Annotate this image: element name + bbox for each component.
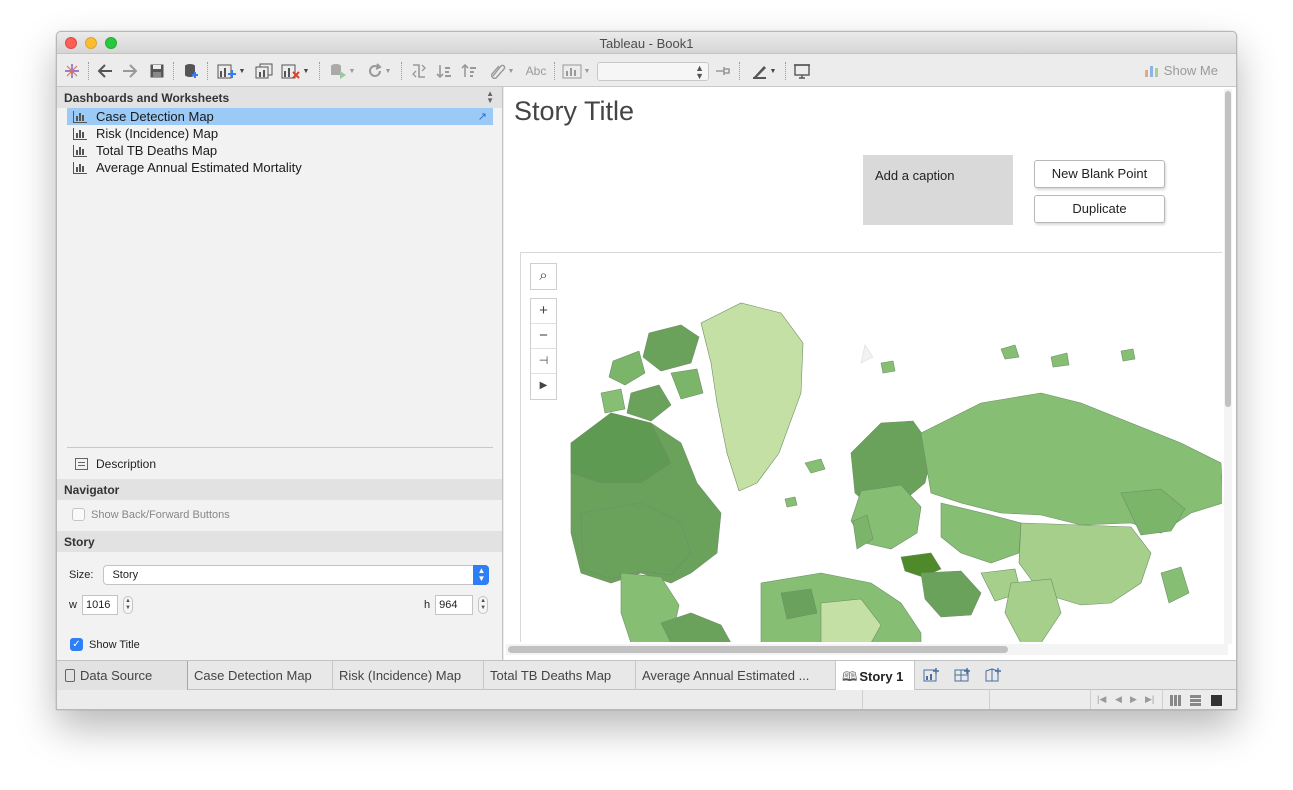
height-label: h bbox=[424, 599, 431, 611]
worksheet-icon bbox=[73, 127, 87, 140]
tableau-logo-icon[interactable] bbox=[63, 61, 81, 81]
show-mark-labels-button[interactable]: Abc bbox=[523, 61, 549, 81]
fit-icon[interactable]: ▼ bbox=[559, 61, 593, 81]
go-to-sheet-icon[interactable]: ↗ bbox=[478, 110, 487, 123]
map-choropleth bbox=[570, 302, 1222, 642]
data-source-icon bbox=[65, 669, 75, 682]
new-story-tab-icon[interactable] bbox=[985, 668, 1001, 682]
sort-ascending-icon[interactable] bbox=[434, 61, 454, 81]
map-search-toolbar: ⌕ bbox=[530, 263, 557, 290]
dashboards-worksheets-header: Dashboards and Worksheets ▲ ▼ bbox=[57, 87, 502, 108]
checkbox-checked[interactable]: ✓ bbox=[70, 638, 83, 651]
story-header: Story bbox=[57, 531, 502, 552]
height-row: h 964 ▲ ▼ bbox=[424, 595, 489, 615]
show-title-checkbox[interactable]: ✓ Show Title bbox=[70, 638, 140, 651]
status-bar: |◀ ◀ ▶ ▶| bbox=[57, 690, 1236, 709]
back-arrow-icon[interactable] bbox=[95, 61, 115, 81]
fit-width-select[interactable]: ▲ ▼ bbox=[597, 62, 709, 81]
show-me-label: Show Me bbox=[1163, 63, 1218, 78]
checkbox-box[interactable] bbox=[72, 508, 85, 521]
height-stepper[interactable]: ▲ ▼ bbox=[478, 596, 489, 614]
story-canvas: Story Title Add a caption New Blank Poin… bbox=[504, 87, 1236, 660]
tab-story-1[interactable]: 🕮 Story 1 bbox=[836, 661, 915, 690]
toolbar: ▼ ▼ ▼ ▼ ▼ Abc ▼ ▲ ▼ ▼ Show Me bbox=[57, 54, 1236, 87]
tab-case-detection-map[interactable]: Case Detection Map bbox=[188, 661, 333, 690]
divider bbox=[67, 447, 493, 448]
duplicate-sheet-icon[interactable] bbox=[253, 61, 275, 81]
zoom-out-icon[interactable]: − bbox=[531, 324, 556, 349]
tabs-view-icon[interactable] bbox=[1190, 695, 1201, 706]
show-me-icon bbox=[1144, 66, 1158, 77]
sort-toggle-icon[interactable]: ▲ ▼ bbox=[486, 90, 494, 105]
pin-map-icon[interactable]: ⊣ bbox=[531, 349, 556, 374]
fix-axes-icon[interactable] bbox=[713, 61, 733, 81]
next-sheet-icon[interactable]: ▶ bbox=[1130, 694, 1137, 705]
run-update-icon[interactable]: ▼ bbox=[327, 61, 357, 81]
size-row: Size: Story ▲ ▼ bbox=[69, 565, 490, 585]
size-select[interactable]: Story ▲ ▼ bbox=[103, 565, 490, 585]
story-book-icon: 🕮 bbox=[842, 669, 858, 684]
story-point-caption[interactable]: Add a caption bbox=[863, 155, 1013, 225]
last-sheet-icon[interactable]: ▶| bbox=[1145, 694, 1154, 705]
width-input[interactable]: 1016 bbox=[81, 595, 118, 615]
new-blank-point-button[interactable]: New Blank Point bbox=[1034, 160, 1165, 188]
sheet-sorter-icon[interactable] bbox=[1211, 695, 1222, 706]
sheet-item-total-tb-deaths-map[interactable]: Total TB Deaths Map bbox=[67, 142, 493, 159]
sheet-tab-bar: Data Source Case Detection Map Risk (Inc… bbox=[57, 660, 1236, 690]
story-title[interactable]: Story Title bbox=[514, 96, 634, 127]
sheet-item-average-annual-estimated-mortality[interactable]: Average Annual Estimated Mortality bbox=[67, 159, 493, 176]
swap-rows-columns-icon[interactable] bbox=[409, 61, 429, 81]
tab-total-tb-deaths-map[interactable]: Total TB Deaths Map bbox=[484, 661, 636, 690]
zoom-in-icon[interactable]: + bbox=[531, 299, 556, 324]
sheet-item-case-detection-map[interactable]: Case Detection Map ↗ bbox=[67, 108, 493, 125]
sheet-item-risk-incidence-map[interactable]: Risk (Incidence) Map bbox=[67, 125, 493, 142]
filmstrip-view-icon[interactable] bbox=[1170, 695, 1181, 706]
new-worksheet-tab-icon[interactable] bbox=[923, 668, 939, 682]
map-zoom-toolbar: + − ⊣ ▶ bbox=[530, 298, 557, 400]
sort-descending-icon[interactable] bbox=[459, 61, 479, 81]
worksheet-icon bbox=[73, 110, 87, 123]
duplicate-button[interactable]: Duplicate bbox=[1034, 195, 1165, 223]
sheet-list: Case Detection Map ↗ Risk (Incidence) Ma… bbox=[67, 108, 493, 176]
title-bar: Tableau - Book1 bbox=[57, 32, 1236, 54]
tableau-window: Tableau - Book1 ▼ ▼ ▼ ▼ ▼ Abc ▼ ▲ ▼ ▼ Sh… bbox=[56, 31, 1237, 710]
show-back-forward-checkbox[interactable]: Show Back/Forward Buttons bbox=[72, 508, 230, 521]
height-input[interactable]: 964 bbox=[435, 595, 474, 615]
worksheet-icon bbox=[73, 161, 87, 174]
format-workbook-icon[interactable]: ▼ bbox=[747, 61, 781, 81]
vertical-scrollbar[interactable] bbox=[1224, 89, 1232, 644]
new-dashboard-tab-icon[interactable] bbox=[954, 668, 970, 682]
map-search-icon[interactable]: ⌕ bbox=[531, 264, 556, 289]
size-label: Size: bbox=[69, 569, 94, 581]
navigator-header: Navigator bbox=[57, 479, 502, 500]
tab-risk-incidence-map[interactable]: Risk (Incidence) Map bbox=[333, 661, 484, 690]
highlight-icon[interactable]: ▼ bbox=[485, 61, 519, 81]
tab-data-source[interactable]: Data Source bbox=[57, 661, 188, 690]
presentation-mode-icon[interactable] bbox=[792, 61, 812, 81]
new-worksheet-icon[interactable]: ▼ bbox=[214, 61, 248, 81]
new-data-source-icon[interactable] bbox=[181, 61, 201, 81]
expand-toolbar-icon[interactable]: ▶ bbox=[531, 374, 556, 399]
story-left-pane: Dashboards and Worksheets ▲ ▼ Case Detect… bbox=[57, 87, 503, 660]
refresh-icon[interactable]: ▼ bbox=[363, 61, 395, 81]
description-icon bbox=[75, 458, 88, 470]
width-label: w bbox=[69, 599, 77, 611]
window-title: Tableau - Book1 bbox=[599, 36, 694, 51]
clear-sheet-icon[interactable]: ▼ bbox=[278, 61, 312, 81]
worksheet-icon bbox=[73, 144, 87, 157]
forward-arrow-icon[interactable] bbox=[120, 61, 140, 81]
tab-average-annual-estimated-mortality[interactable]: Average Annual Estimated ... bbox=[636, 661, 836, 690]
previous-sheet-icon[interactable]: ◀ bbox=[1115, 694, 1122, 705]
save-icon[interactable] bbox=[147, 61, 167, 81]
chevron-updown-icon: ▲ ▼ bbox=[473, 565, 490, 585]
description-button[interactable]: Description bbox=[75, 457, 156, 471]
horizontal-scrollbar[interactable] bbox=[506, 644, 1228, 655]
world-map[interactable]: ⌕ + − ⊣ ▶ bbox=[520, 252, 1222, 642]
show-me-button[interactable]: Show Me bbox=[1144, 63, 1218, 78]
width-row: w 1016 ▲ ▼ bbox=[69, 595, 133, 615]
first-sheet-icon[interactable]: |◀ bbox=[1097, 694, 1106, 705]
width-stepper[interactable]: ▲ ▼ bbox=[122, 596, 133, 614]
